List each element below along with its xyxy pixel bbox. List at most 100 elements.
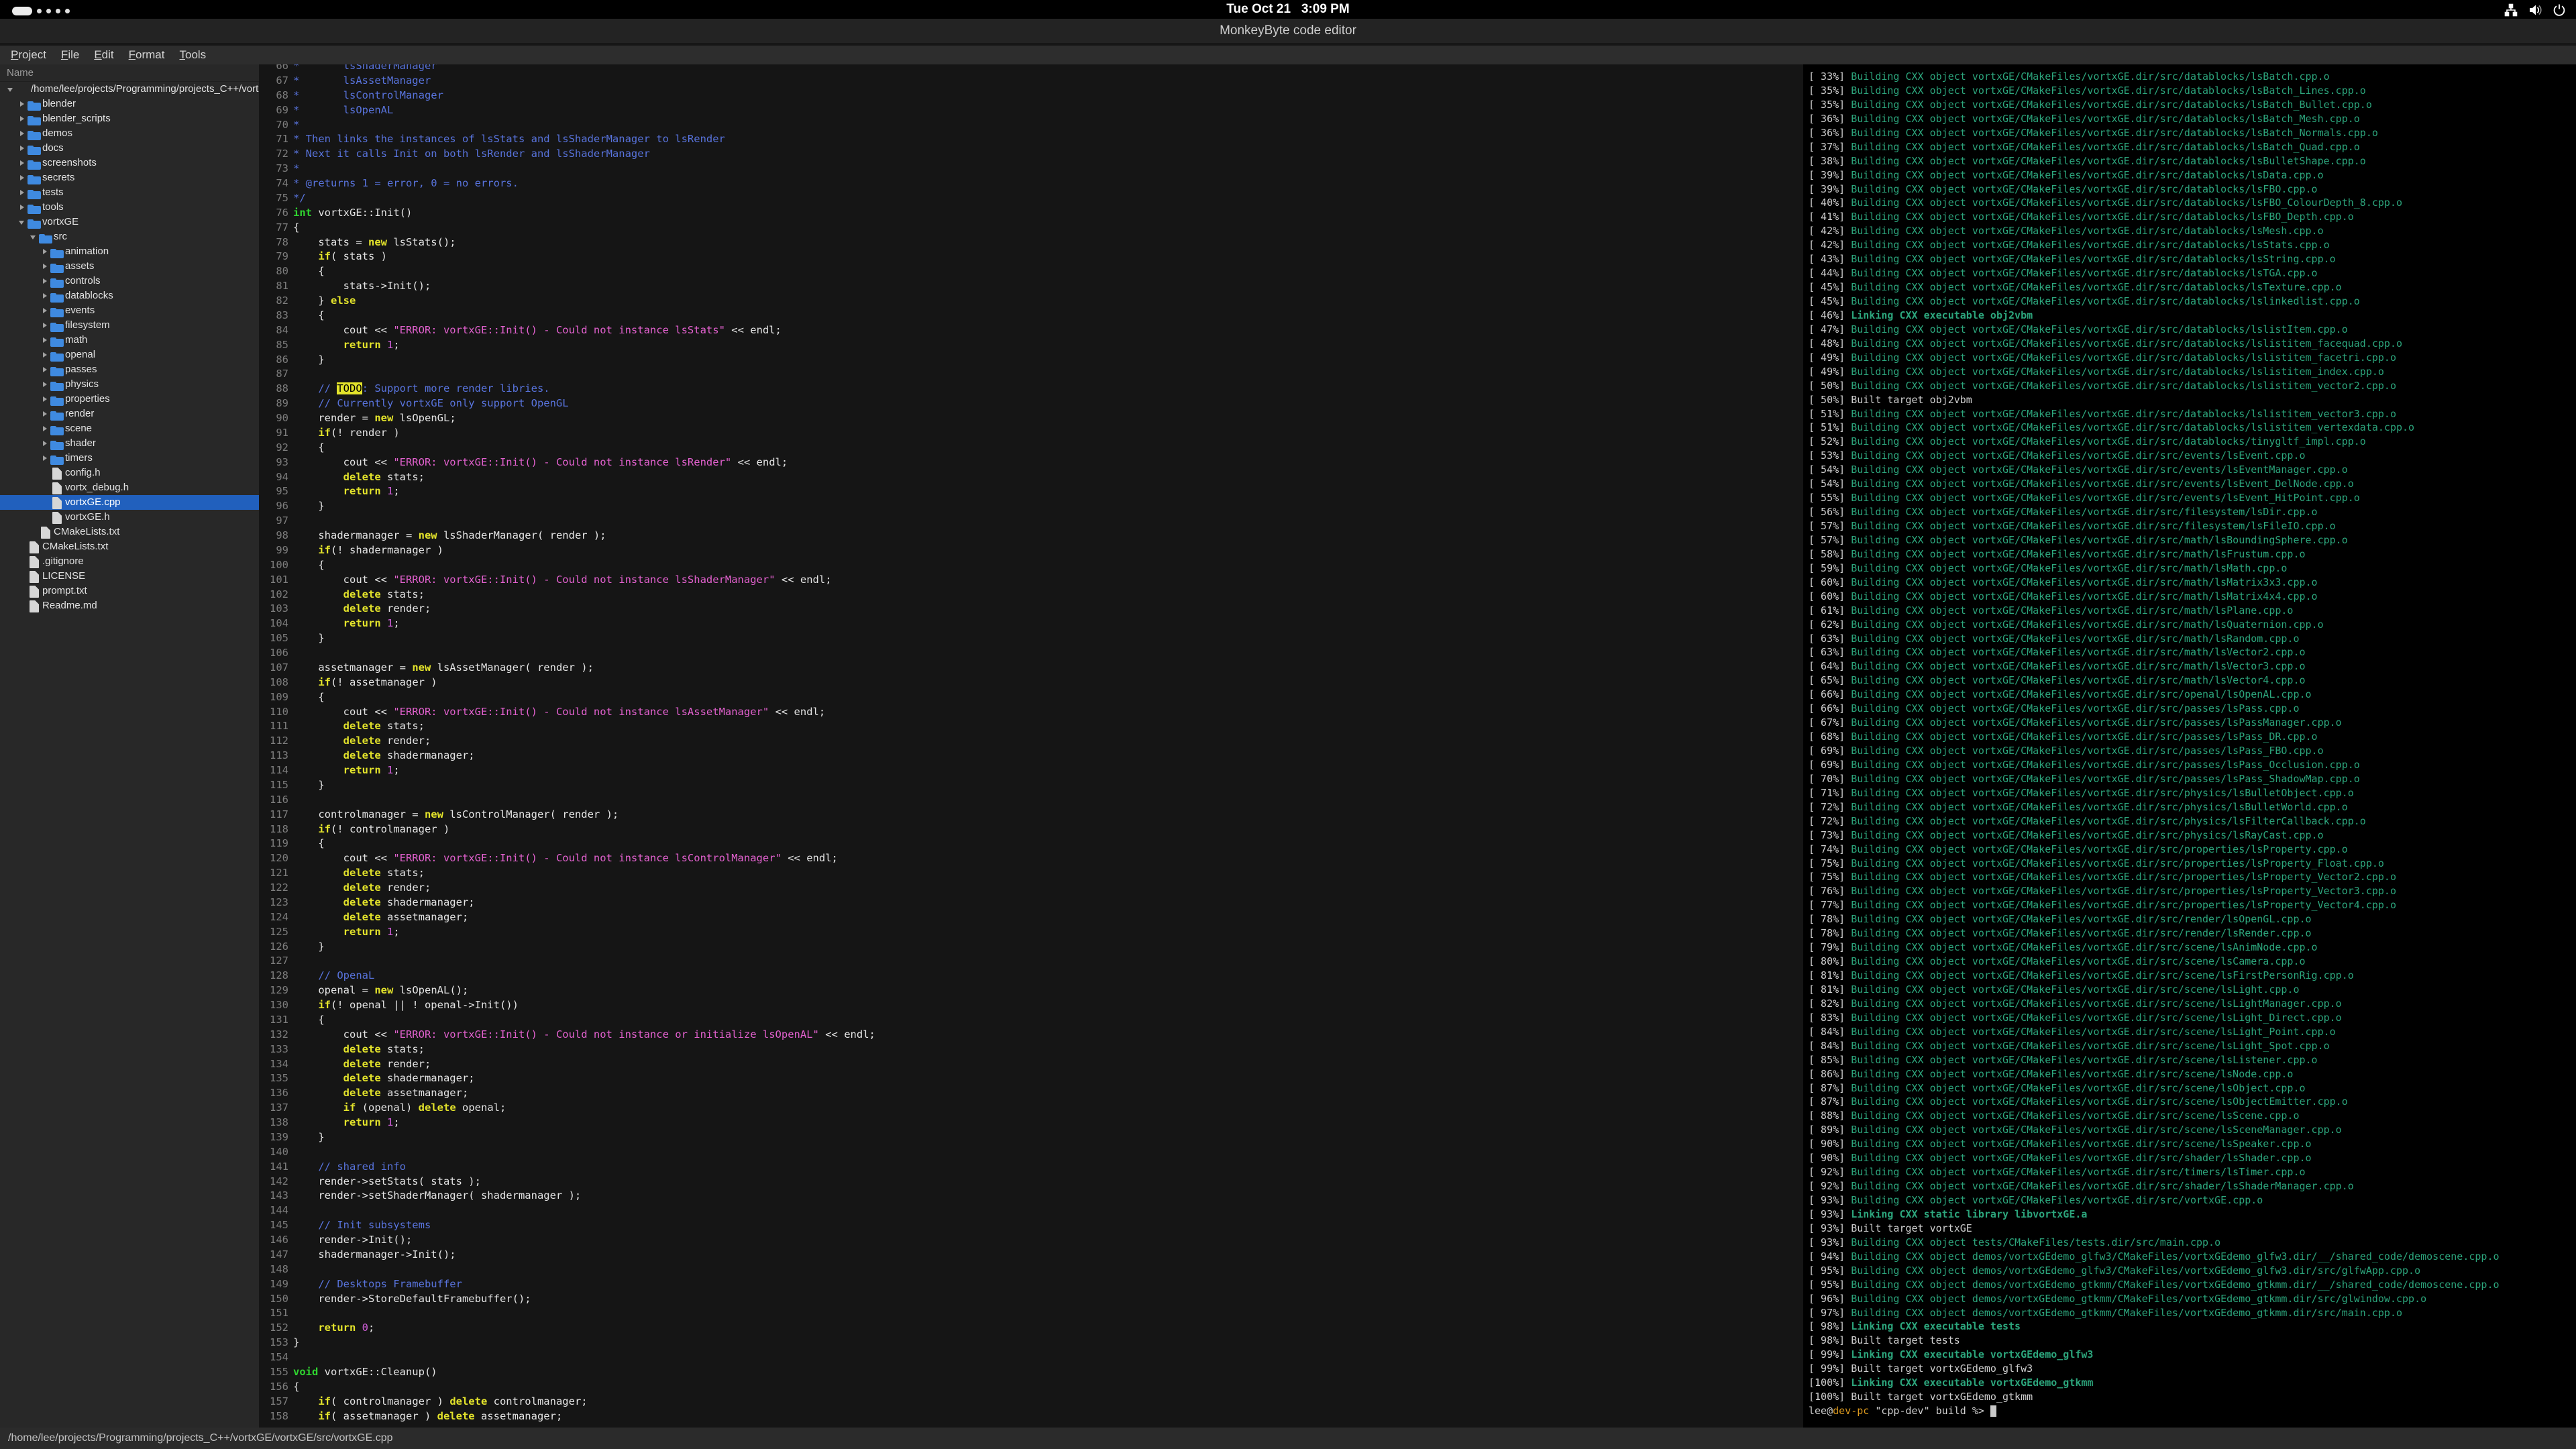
code-line[interactable]: if (openal) delete openal;: [293, 1101, 1803, 1116]
menu-item-tools[interactable]: Tools: [172, 46, 214, 64]
chevron-right-icon[interactable]: [17, 202, 28, 213]
code-line[interactable]: cout << "ERROR: vortxGE::Init() - Could …: [293, 573, 1803, 588]
code-line[interactable]: * lsAssetManager: [293, 74, 1803, 89]
chevron-right-icon[interactable]: [17, 187, 28, 198]
chevron-right-icon[interactable]: [40, 290, 50, 301]
code-line[interactable]: stats->Init();: [293, 279, 1803, 294]
tree-item-filesystem[interactable]: filesystem: [0, 318, 259, 333]
code-line[interactable]: * lsOpenAL: [293, 103, 1803, 118]
code-line[interactable]: delete stats;: [293, 866, 1803, 881]
code-line[interactable]: assetmanager = new lsAssetManager( rende…: [293, 661, 1803, 676]
chevron-right-icon[interactable]: [17, 172, 28, 183]
code-line[interactable]: // Desktops Framebuffer: [293, 1277, 1803, 1292]
code-line[interactable]: return 1;: [293, 338, 1803, 353]
tree-item-scene[interactable]: scene: [0, 421, 259, 436]
code-line[interactable]: delete shadermanager;: [293, 1071, 1803, 1086]
code-line[interactable]: [293, 514, 1803, 529]
code-line[interactable]: {: [293, 837, 1803, 851]
code-line[interactable]: stats = new lsStats();: [293, 235, 1803, 250]
code-line[interactable]: }: [293, 499, 1803, 514]
code-line[interactable]: // Init subsystems: [293, 1218, 1803, 1233]
code-line[interactable]: delete shadermanager;: [293, 749, 1803, 763]
code-line[interactable]: {: [293, 309, 1803, 323]
code-line[interactable]: * Then links the instances of lsStats an…: [293, 132, 1803, 147]
chevron-right-icon[interactable]: [40, 379, 50, 390]
code-line[interactable]: cout << "ERROR: vortxGE::Init() - Could …: [293, 1028, 1803, 1042]
code-line[interactable]: if(! render ): [293, 426, 1803, 441]
code-line[interactable]: shadermanager->Init();: [293, 1248, 1803, 1263]
tree-item-datablocks[interactable]: datablocks: [0, 288, 259, 303]
tree-item-shader[interactable]: shader: [0, 436, 259, 451]
chevron-right-icon[interactable]: [40, 364, 50, 375]
chevron-right-icon[interactable]: [40, 305, 50, 316]
code-line[interactable]: // OpenaL: [293, 969, 1803, 983]
code-line[interactable]: [293, 1263, 1803, 1277]
chevron-down-icon[interactable]: [5, 84, 16, 95]
code-line[interactable]: * @returns 1 = error, 0 = no errors.: [293, 176, 1803, 191]
code-line[interactable]: if(! shadermanager ): [293, 543, 1803, 558]
tree-item-vortxge[interactable]: vortxGE: [0, 215, 259, 229]
code-line[interactable]: openal = new lsOpenAL();: [293, 983, 1803, 998]
tree-item-properties[interactable]: properties: [0, 392, 259, 407]
code-line[interactable]: } else: [293, 294, 1803, 309]
code-line[interactable]: return 1;: [293, 616, 1803, 631]
code-line[interactable]: cout << "ERROR: vortxGE::Init() - Could …: [293, 323, 1803, 338]
tree-item-blender[interactable]: blender: [0, 97, 259, 111]
code-line[interactable]: }: [293, 1130, 1803, 1145]
code-line[interactable]: if( stats ): [293, 250, 1803, 264]
code-line[interactable]: return 1;: [293, 1116, 1803, 1130]
code-line[interactable]: }: [293, 940, 1803, 955]
tree-item-vortxge.cpp[interactable]: vortxGE.cpp: [0, 495, 259, 510]
tree-item-secrets[interactable]: secrets: [0, 170, 259, 185]
code-line[interactable]: controlmanager = new lsControlManager( r…: [293, 808, 1803, 822]
tree-item-config.h[interactable]: config.h: [0, 466, 259, 480]
tree-item-passes[interactable]: passes: [0, 362, 259, 377]
code-line[interactable]: return 1;: [293, 763, 1803, 778]
chevron-right-icon[interactable]: [17, 128, 28, 139]
code-line[interactable]: * Next it calls Init on both lsRender an…: [293, 147, 1803, 162]
tree-item-docs[interactable]: docs: [0, 141, 259, 156]
tree-item-prompt.txt[interactable]: prompt.txt: [0, 584, 259, 598]
code-line[interactable]: {: [293, 1013, 1803, 1028]
code-line[interactable]: delete stats;: [293, 719, 1803, 734]
tree-item-openal[interactable]: openal: [0, 347, 259, 362]
chevron-right-icon[interactable]: [17, 158, 28, 168]
chevron-right-icon[interactable]: [40, 453, 50, 464]
code-line[interactable]: {: [293, 558, 1803, 573]
tree-item-license[interactable]: LICENSE: [0, 569, 259, 584]
tree-item-tools[interactable]: tools: [0, 200, 259, 215]
code-line[interactable]: [293, 1306, 1803, 1321]
code-line[interactable]: cout << "ERROR: vortxGE::Init() - Could …: [293, 455, 1803, 470]
tree-item-vortx_debug.h[interactable]: vortx_debug.h: [0, 480, 259, 495]
code-line[interactable]: delete stats;: [293, 470, 1803, 485]
chevron-right-icon[interactable]: [17, 113, 28, 124]
tree-item-controls[interactable]: controls: [0, 274, 259, 288]
code-line[interactable]: *: [293, 118, 1803, 133]
code-line[interactable]: [293, 367, 1803, 382]
code-line[interactable]: delete render;: [293, 734, 1803, 749]
code-line[interactable]: if(! assetmanager ): [293, 676, 1803, 690]
tree-item-.gitignore[interactable]: .gitignore: [0, 554, 259, 569]
code-line[interactable]: render->StoreDefaultFramebuffer();: [293, 1292, 1803, 1307]
code-line[interactable]: {: [293, 690, 1803, 705]
code-line[interactable]: * lsControlManager: [293, 89, 1803, 103]
code-line[interactable]: [293, 954, 1803, 969]
tree-item-physics[interactable]: physics: [0, 377, 259, 392]
tree-item-vortxge.h[interactable]: vortxGE.h: [0, 510, 259, 525]
chevron-right-icon[interactable]: [40, 438, 50, 449]
code-line[interactable]: delete assetmanager;: [293, 1086, 1803, 1101]
code-line[interactable]: render->Init();: [293, 1233, 1803, 1248]
chevron-down-icon[interactable]: [17, 217, 28, 227]
chevron-right-icon[interactable]: [40, 276, 50, 286]
code-line[interactable]: {: [293, 221, 1803, 235]
chevron-right-icon[interactable]: [40, 335, 50, 345]
code-line[interactable]: [293, 646, 1803, 661]
chevron-right-icon[interactable]: [40, 350, 50, 360]
chevron-right-icon[interactable]: [17, 99, 28, 109]
code-line[interactable]: render = new lsOpenGL;: [293, 411, 1803, 426]
code-line[interactable]: cout << "ERROR: vortxGE::Init() - Could …: [293, 851, 1803, 866]
code-line[interactable]: if(! controlmanager ): [293, 822, 1803, 837]
code-line[interactable]: }: [293, 1336, 1803, 1350]
code-line[interactable]: }: [293, 353, 1803, 368]
code-line[interactable]: delete stats;: [293, 588, 1803, 602]
